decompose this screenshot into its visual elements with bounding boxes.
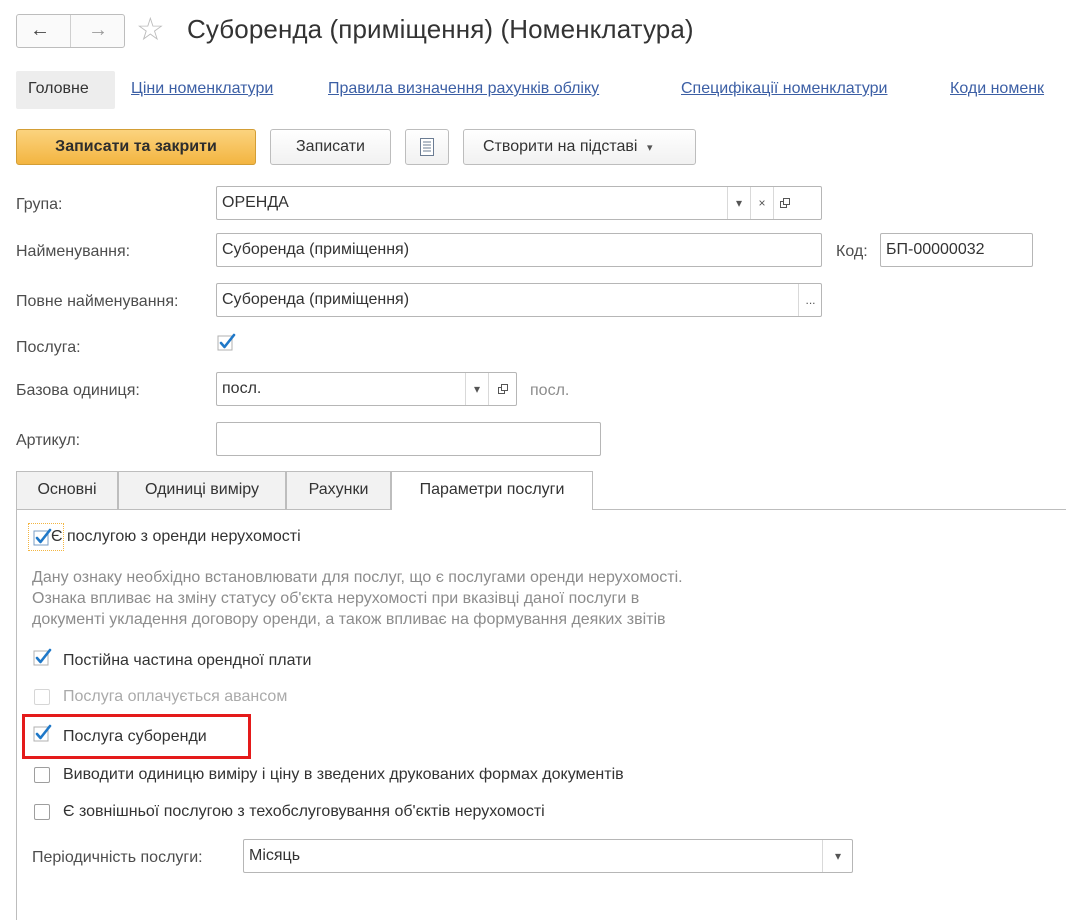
document-list-icon xyxy=(420,138,434,156)
nav-item-main[interactable]: Головне xyxy=(28,79,89,99)
real-estate-hint: Дану ознаку необхідно встановлювати для … xyxy=(32,567,683,630)
tab-units[interactable]: Одиниці виміру xyxy=(118,471,286,509)
base-unit-hint: посл. xyxy=(530,382,570,399)
external-maintenance-label[interactable]: Є зовнішньої послугою з техобслуговуванн… xyxy=(63,802,545,822)
back-arrow-icon[interactable]: ← xyxy=(30,18,50,42)
full-name-value: Суборенда (приміщення) xyxy=(222,291,410,308)
tab-panel-border xyxy=(16,509,17,920)
checkmark-icon xyxy=(217,333,236,351)
external-maintenance-checkbox[interactable] xyxy=(34,804,50,820)
save-and-close-button[interactable]: Записати та закрити xyxy=(16,129,256,165)
chevron-down-icon: ▾ xyxy=(646,142,653,154)
print-unit-checkbox[interactable] xyxy=(34,767,50,783)
group-clear-icon[interactable]: × xyxy=(750,187,773,219)
prepaid-label: Послуга оплачується авансом xyxy=(63,688,288,705)
nav-item-account-rules[interactable]: Правила визначення рахунків обліку xyxy=(328,79,599,99)
nav-separator xyxy=(70,15,71,47)
hint-line-1: Дану ознаку необхідно встановлювати для … xyxy=(32,569,683,586)
hint-line-3: документі укладення договору оренди, а т… xyxy=(32,611,666,628)
tab-accounts[interactable]: Рахунки xyxy=(286,471,391,509)
base-unit-open-icon[interactable] xyxy=(488,373,517,405)
nav-item-specifications[interactable]: Специфікації номенклатури xyxy=(681,79,888,99)
real-estate-rent-label[interactable]: Є послугою з оренди нерухомості xyxy=(51,527,301,547)
service-label: Послуга: xyxy=(16,339,81,356)
article-label: Артикул: xyxy=(16,432,81,449)
full-name-label: Повне найменування: xyxy=(16,293,179,310)
base-unit-field[interactable]: посл. ▾ xyxy=(216,372,517,406)
name-field[interactable]: Суборенда (приміщення) xyxy=(216,233,822,267)
history-nav-group: ← → xyxy=(16,14,125,48)
checkmark-icon xyxy=(33,648,52,666)
group-open-icon[interactable] xyxy=(773,187,796,219)
create-based-on-label: Створити на підставі xyxy=(483,138,638,155)
nav-item-prices[interactable]: Ціни номенклатури xyxy=(131,79,273,99)
periodicity-label: Періодичність послуги: xyxy=(32,849,203,866)
code-label: Код: xyxy=(836,243,868,260)
sublease-checkbox[interactable] xyxy=(32,723,54,745)
periodicity-value: Місяць xyxy=(249,847,301,864)
group-dropdown-icon[interactable]: ▾ xyxy=(727,187,750,219)
service-checkbox[interactable] xyxy=(216,332,238,354)
periodicity-dropdown-icon[interactable]: ▾ xyxy=(822,840,853,872)
base-unit-dropdown-icon[interactable]: ▾ xyxy=(465,373,488,405)
full-name-edit-button[interactable]: ... xyxy=(798,284,822,316)
name-label: Найменування: xyxy=(16,243,131,260)
code-field[interactable]: БП-00000032 xyxy=(880,233,1033,267)
checkmark-icon xyxy=(33,724,52,742)
sublease-label[interactable]: Послуга суборенди xyxy=(63,727,207,747)
base-unit-label: Базова одиниця: xyxy=(16,382,140,399)
window-title: Суборенда (приміщення) (Номенклатура) xyxy=(187,14,694,44)
create-based-on-button[interactable]: Створити на підставі ▾ xyxy=(463,129,696,165)
save-button[interactable]: Записати xyxy=(270,129,391,165)
periodicity-field[interactable]: Місяць ▾ xyxy=(243,839,853,873)
favorite-star-icon[interactable]: ☆ xyxy=(136,12,165,46)
base-unit-value: посл. xyxy=(222,380,262,397)
article-field[interactable] xyxy=(216,422,601,456)
full-name-field[interactable]: Суборенда (приміщення) ... xyxy=(216,283,822,317)
group-field[interactable]: ОРЕНДА ▾ × xyxy=(216,186,822,220)
prepaid-checkbox xyxy=(34,689,50,705)
name-value: Суборенда (приміщення) xyxy=(222,241,410,258)
print-unit-label[interactable]: Виводити одиницю виміру і ціну в зведени… xyxy=(63,765,624,785)
list-icon-button[interactable] xyxy=(405,129,449,165)
tab-service-params[interactable]: Параметри послуги xyxy=(391,471,593,510)
group-value: ОРЕНДА xyxy=(222,194,289,211)
tab-main[interactable]: Основні xyxy=(16,471,118,509)
fixed-part-checkbox[interactable] xyxy=(32,647,54,669)
nav-item-codes[interactable]: Коди номенк xyxy=(950,79,1044,99)
forward-arrow-icon[interactable]: → xyxy=(88,18,108,42)
code-value: БП-00000032 xyxy=(886,241,985,258)
group-label: Група: xyxy=(16,196,63,213)
hint-line-2: Ознака впливає на зміну статусу об'єкта … xyxy=(32,590,640,607)
fixed-part-label[interactable]: Постійна частина орендної плати xyxy=(63,651,311,671)
